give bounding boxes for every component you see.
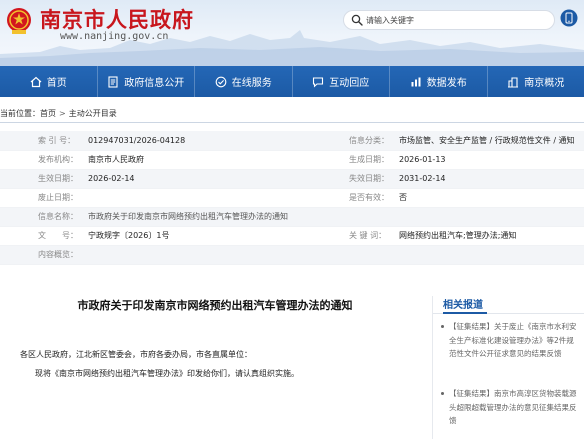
mobile-site-icon[interactable] <box>560 9 578 27</box>
category-label: 信息分类： <box>341 131 395 151</box>
repeal-value <box>84 188 341 208</box>
search-input[interactable] <box>366 11 546 29</box>
keywords-label: 关 键 词： <box>341 226 395 246</box>
service-icon <box>215 76 227 87</box>
nav-home[interactable]: 首页 <box>0 66 98 97</box>
name-label: 信息名称： <box>0 207 84 227</box>
effective-value: 2026-02-14 <box>84 169 341 189</box>
related-title: 相关报道 <box>443 300 483 311</box>
nav-label: 首页 <box>46 78 67 89</box>
nav-interaction[interactable]: 互动回应 <box>293 66 390 97</box>
breadcrumb-separator: > <box>59 108 66 118</box>
document-info-table: 索 引 号： 012947031/2026-04128 信息分类： 市场监管、安… <box>0 131 584 265</box>
table-row: 生效日期： 2026-02-14 失效日期： 2031-02-14 <box>0 169 584 189</box>
building-icon <box>508 76 519 88</box>
category-value: 市场监管、安全生产监管 / 行政规范性文件 / 通知 <box>395 131 584 151</box>
data-icon <box>411 77 421 86</box>
doc-no-label: 文 号： <box>0 226 84 246</box>
nav-nanjing-overview[interactable]: 南京概况 <box>488 66 584 97</box>
nav-label: 南京概况 <box>524 78 565 89</box>
home-icon <box>30 76 42 87</box>
effective-label: 生效日期： <box>0 169 84 189</box>
main-navigation: 首页 政府信息公开 在线服务 互动回应 数据发布 南京概况 <box>0 66 584 97</box>
nav-label: 政府信息公开 <box>124 78 185 89</box>
breadcrumb-prefix: 当前位置： <box>0 108 40 118</box>
search-box <box>343 10 555 30</box>
nav-gov-info[interactable]: 政府信息公开 <box>98 66 195 97</box>
keywords-value: 网络预约出租汽车;管理办法;通知 <box>395 226 584 246</box>
repeal-label: 废止日期： <box>0 188 84 208</box>
article-title: 市政府关于印发南京市网络预约出租汽车管理办法的通知 <box>77 299 353 312</box>
table-row: 文 号： 宁政规字〔2026〕1号 关 键 词： 网络预约出租汽车;管理办法;通… <box>0 226 584 246</box>
breadcrumb-catalog[interactable]: 主动公开目录 <box>69 108 117 119</box>
nav-label: 数据发布 <box>426 78 467 89</box>
related-reports-panel: 相关报道 【征集结果】关于废止《南京市水利安全生产标准化建设管理办法》等2件规范… <box>432 296 584 439</box>
publisher-label: 发布机构： <box>0 150 84 170</box>
nav-data-release[interactable]: 数据发布 <box>390 66 488 97</box>
related-link[interactable]: 【征集结果】南京市高淳区货物装载源头超限超载管理办法的意见征集结果反馈 <box>441 387 579 428</box>
national-emblem-logo <box>7 8 31 34</box>
article-body: 现将《南京市网络预约出租汽车管理办法》印发给你们，请认真组织实施。 <box>35 369 299 378</box>
article-salutation: 各区人民政府，江北新区管委会，市府各委办局，市各直属单位： <box>20 350 252 359</box>
summary-label: 内容概览： <box>0 245 84 265</box>
expires-value: 2031-02-14 <box>395 169 584 189</box>
table-row: 内容概览： <box>0 245 584 265</box>
table-row: 废止日期： 是否有效： 否 <box>0 188 584 208</box>
site-header: 南京市人民政府 www.nanjing.gov.cn <box>0 0 584 66</box>
is-expired-label: 是否有效： <box>341 188 395 208</box>
nav-online-service[interactable]: 在线服务 <box>195 66 293 97</box>
index-no-value: 012947031/2026-04128 <box>84 131 341 151</box>
created-value: 2026-01-13 <box>395 150 584 170</box>
site-url: www.nanjing.gov.cn <box>60 31 169 42</box>
summary-value <box>84 245 584 265</box>
table-row: 发布机构： 南京市人民政府 生成日期： 2026-01-13 <box>0 150 584 170</box>
expires-label: 失效日期： <box>341 169 395 189</box>
created-label: 生成日期： <box>341 150 395 170</box>
publisher-value: 南京市人民政府 <box>84 150 341 170</box>
document-icon <box>108 75 118 88</box>
is-expired-value: 否 <box>395 188 584 208</box>
table-row: 信息名称： 市政府关于印发南京市网络预约出租汽车管理办法的通知 <box>0 207 584 227</box>
search-icon[interactable] <box>351 14 363 26</box>
table-row: 索 引 号： 012947031/2026-04128 信息分类： 市场监管、安… <box>0 131 584 151</box>
chat-icon <box>313 76 324 88</box>
breadcrumb: 当前位置： 首页 > 主动公开目录 <box>0 104 584 122</box>
breadcrumb-home[interactable]: 首页 <box>40 108 56 119</box>
nav-label: 互动回应 <box>329 78 370 89</box>
related-divider-accent <box>443 312 487 314</box>
nav-label: 在线服务 <box>231 78 272 89</box>
doc-no-value: 宁政规字〔2026〕1号 <box>84 226 341 246</box>
index-no-label: 索 引 号： <box>0 131 84 151</box>
related-link[interactable]: 【征集结果】关于废止《南京市水利安全生产标准化建设管理办法》等2件规范性文件公开… <box>441 320 579 361</box>
name-value: 市政府关于印发南京市网络预约出租汽车管理办法的通知 <box>84 207 584 227</box>
breadcrumb-divider <box>0 122 584 123</box>
site-name[interactable]: 南京市人民政府 <box>40 4 194 34</box>
